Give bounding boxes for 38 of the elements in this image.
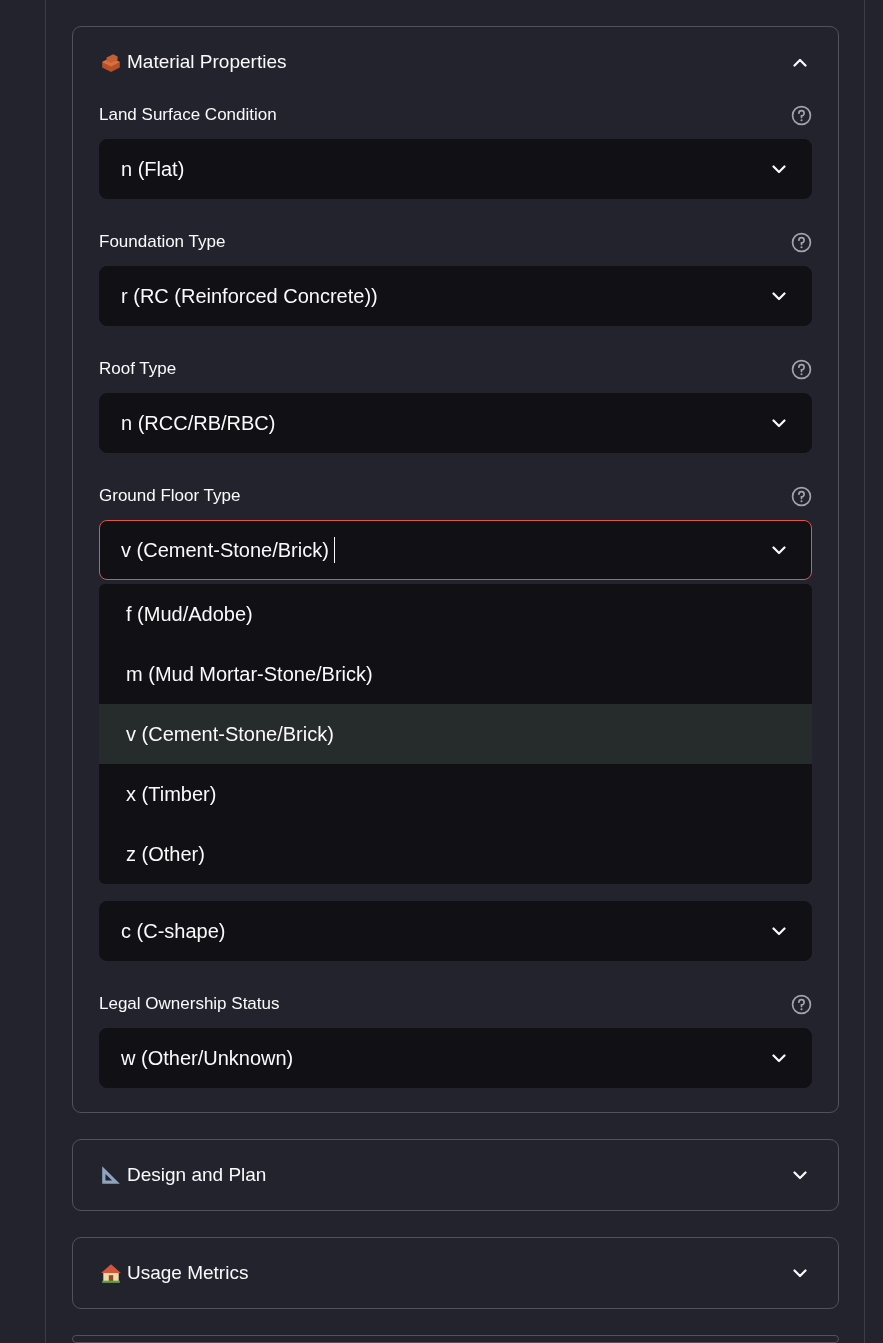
field-label: Land Surface Condition bbox=[99, 105, 277, 125]
select-field[interactable]: c (C-shape) bbox=[99, 901, 812, 961]
dropdown-option[interactable]: x (Timber) bbox=[99, 764, 812, 824]
chevron-down-icon bbox=[772, 545, 786, 555]
field-label: Roof Type bbox=[99, 359, 177, 379]
expander-header[interactable]: Design and Plan bbox=[73, 1140, 838, 1210]
help-icon[interactable] bbox=[791, 104, 812, 126]
expander-title: Material Properties bbox=[127, 51, 288, 73]
field-label: Legal Ownership Status bbox=[99, 994, 280, 1014]
dropdown-option[interactable]: f (Mud/Adobe) bbox=[99, 584, 812, 644]
select-field[interactable]: n (Flat) bbox=[99, 139, 812, 199]
help-icon[interactable] bbox=[791, 993, 812, 1015]
chevron-down-icon bbox=[772, 1053, 786, 1063]
dropdown-option[interactable]: v (Cement-Stone/Brick) bbox=[99, 704, 812, 764]
chevron-down-icon bbox=[772, 164, 786, 174]
expander-title: Usage Metrics bbox=[127, 1262, 250, 1284]
chevron-down-icon bbox=[793, 1170, 807, 1180]
select-field[interactable]: r (RC (Reinforced Concrete)) bbox=[99, 266, 812, 326]
chevron-up-icon bbox=[793, 57, 807, 67]
brick-icon bbox=[100, 51, 122, 73]
chevron-down-icon bbox=[793, 1268, 807, 1278]
help-icon[interactable] bbox=[791, 358, 812, 380]
chevron-down-icon bbox=[772, 291, 786, 301]
expander-header[interactable]: Material Properties bbox=[73, 27, 838, 97]
help-icon[interactable] bbox=[791, 231, 812, 253]
field-label: Ground Floor Type bbox=[99, 486, 241, 506]
select-field[interactable]: v (Cement-Stone/Brick) bbox=[99, 520, 812, 580]
dropdown-option[interactable]: z (Other) bbox=[99, 824, 812, 884]
field-label: Foundation Type bbox=[99, 232, 226, 252]
select-field[interactable]: w (Other/Unknown) bbox=[99, 1028, 812, 1088]
help-icon[interactable] bbox=[791, 485, 812, 507]
chevron-down-icon bbox=[772, 418, 786, 428]
expander-header[interactable]: Usage Metrics bbox=[73, 1238, 838, 1308]
select-field[interactable]: n (RCC/RB/RBC) bbox=[99, 393, 812, 453]
chevron-down-icon bbox=[772, 926, 786, 936]
dropdown-option[interactable]: m (Mud Mortar-Stone/Brick) bbox=[99, 644, 812, 704]
expander-title: Design and Plan bbox=[127, 1164, 268, 1186]
house-icon bbox=[100, 1262, 122, 1284]
